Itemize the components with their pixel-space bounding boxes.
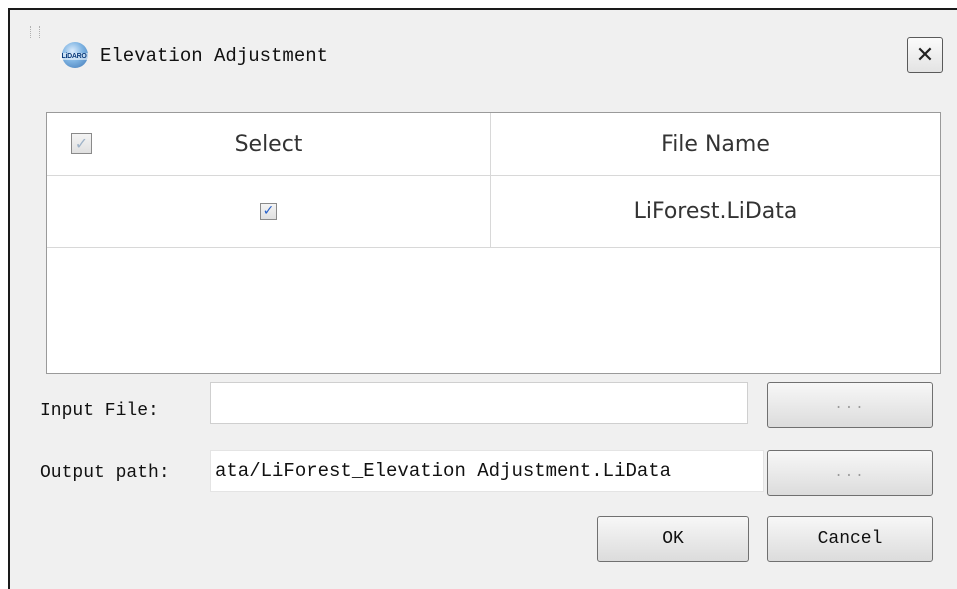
column-header-file-name[interactable]: File Name: [491, 113, 940, 175]
column-divider: [490, 113, 491, 248]
cancel-button[interactable]: Cancel: [767, 516, 933, 562]
dialog-title: Elevation Adjustment: [100, 45, 329, 67]
close-button[interactable]: ✕: [907, 37, 943, 73]
file-table: ✓ Select File Name ✓ LiForest.LiData: [46, 112, 941, 374]
output-path-field[interactable]: ata/LiForest_Elevation Adjustment.LiData: [210, 450, 764, 492]
title-bar: LiDARO Elevation Adjustment: [48, 38, 328, 74]
checkmark-icon: ✓: [262, 203, 275, 219]
output-browse-button[interactable]: ...: [767, 450, 933, 496]
app-logo: LiDARO: [48, 40, 100, 72]
file-name-cell: LiForest.LiData: [633, 198, 798, 224]
select-cell: ✓: [47, 175, 490, 247]
ok-button[interactable]: OK: [597, 516, 749, 562]
row-select-checkbox[interactable]: ✓: [260, 202, 277, 220]
logo-text: LiDARO: [60, 52, 88, 60]
elevation-adjustment-dialog: LiDARO Elevation Adjustment ✕ ✓ Select F…: [8, 8, 957, 589]
column-header-select[interactable]: Select: [47, 113, 490, 175]
input-browse-button[interactable]: ...: [767, 382, 933, 428]
table-row[interactable]: ✓ LiForest.LiData: [47, 175, 940, 248]
input-file-field[interactable]: [210, 382, 748, 424]
close-icon: ✕: [915, 42, 935, 68]
drag-grip[interactable]: [30, 26, 40, 38]
table-header: ✓ Select File Name: [47, 113, 940, 176]
output-path-label: Output path:: [40, 463, 170, 483]
input-file-label: Input File:: [40, 401, 159, 421]
